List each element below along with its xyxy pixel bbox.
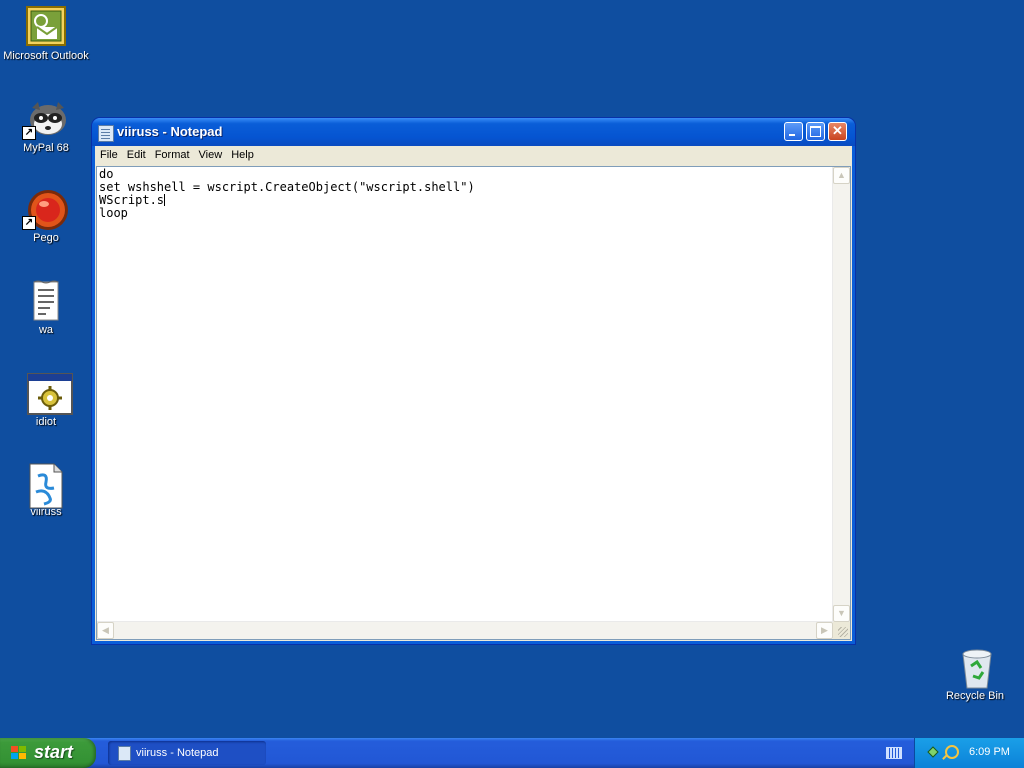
chevron-right-icon: ▶ xyxy=(821,625,828,635)
minimize-button[interactable] xyxy=(784,122,803,141)
menu-bar: File Edit Format View Help xyxy=(95,146,852,165)
menu-help[interactable]: Help xyxy=(226,146,258,161)
text-document-icon xyxy=(26,280,66,321)
chevron-up-icon: ▲ xyxy=(837,170,846,180)
desktop-icon-viiruss[interactable]: viiruss xyxy=(0,462,92,519)
menu-file[interactable]: File xyxy=(95,146,122,161)
window-client: File Edit Format View Help do set wshshell = … xyxy=(95,146,852,641)
script-file-icon xyxy=(26,462,66,509)
clock[interactable]: 6:09 PM xyxy=(969,746,1010,758)
horizontal-scrollbar[interactable]: ◀ ▶ xyxy=(97,621,833,639)
desktop-icon-label: MyPal 68 xyxy=(23,142,69,154)
text-line-with-caret: WScript.s xyxy=(99,194,832,207)
start-button[interactable]: start xyxy=(0,738,96,768)
maximize-icon xyxy=(810,126,821,137)
notepad-icon xyxy=(98,125,114,142)
taskbar-item-notepad[interactable]: viiruss - Notepad xyxy=(108,741,266,765)
taskbar: start viiruss - Notepad 6:09 PM xyxy=(0,738,1024,768)
text-line: loop xyxy=(99,206,128,220)
application-gear-icon xyxy=(26,372,73,415)
desktop-icon-label: idiot xyxy=(35,416,57,428)
close-icon: ✕ xyxy=(832,123,843,138)
window-title: viiruss - Notepad xyxy=(117,124,223,139)
search-icon[interactable] xyxy=(945,745,959,759)
recycle-bin-icon xyxy=(955,646,995,689)
window-titlebar[interactable]: viiruss - Notepad ✕ xyxy=(92,118,855,146)
taskbar-item-label: viiruss - Notepad xyxy=(136,747,219,759)
start-label: start xyxy=(34,742,74,762)
desktop-icon-wa[interactable]: wa xyxy=(0,280,92,337)
minimize-icon xyxy=(789,134,795,136)
vertical-scrollbar[interactable]: ▲ ▼ xyxy=(832,167,850,622)
shortcut-arrow-icon: ↗ xyxy=(22,126,36,140)
desktop-icon-idiot[interactable]: idiot xyxy=(0,372,92,429)
desktop-icon-label: Microsoft Outlook xyxy=(3,50,89,62)
desktop-icon-mypal[interactable]: ↗ MyPal 68 xyxy=(0,98,92,155)
desktop-icon-recycle-bin[interactable]: Recycle Bin xyxy=(929,646,1021,703)
system-tray: 6:09 PM xyxy=(914,738,1024,768)
desktop-icon-label: Recycle Bin xyxy=(945,690,1005,702)
shortcut-arrow-icon: ↗ xyxy=(22,216,36,230)
keyboard-icon[interactable] xyxy=(886,747,902,759)
scroll-left-button[interactable]: ◀ xyxy=(97,622,114,639)
raccoon-icon: ↗ xyxy=(22,98,66,140)
maximize-button[interactable] xyxy=(806,122,825,141)
scroll-up-button[interactable]: ▲ xyxy=(833,167,850,184)
text-editor[interactable]: do set wshshell = wscript.CreateObject("w… xyxy=(96,166,851,640)
desktop-icon-outlook[interactable]: Microsoft Outlook xyxy=(0,6,92,63)
menu-format[interactable]: Format xyxy=(150,146,194,161)
editor-text[interactable]: do set wshshell = wscript.CreateObject("w… xyxy=(99,168,832,622)
text-caret xyxy=(164,194,166,206)
windows-logo-icon xyxy=(11,746,27,761)
chevron-left-icon: ◀ xyxy=(102,625,109,635)
scroll-right-button[interactable]: ▶ xyxy=(816,622,833,639)
chevron-down-icon: ▼ xyxy=(837,608,846,618)
red-orb-icon: ↗ xyxy=(22,188,68,230)
notepad-window[interactable]: viiruss - Notepad ✕ File Edit Format View He… xyxy=(92,118,855,644)
text-line: set wshshell = wscript.CreateObject("wsc… xyxy=(99,180,475,194)
network-icon[interactable] xyxy=(927,746,939,758)
menu-edit[interactable]: Edit xyxy=(122,146,150,161)
text-line: WScript.s xyxy=(99,193,165,207)
menu-view[interactable]: View xyxy=(194,146,227,161)
close-button[interactable]: ✕ xyxy=(828,122,847,141)
desktop-icon-label: Pego xyxy=(33,232,59,244)
desktop-icon-label: wa xyxy=(38,324,54,336)
resize-grip[interactable] xyxy=(833,622,850,639)
outlook-icon xyxy=(26,6,66,46)
notepad-icon xyxy=(118,746,131,761)
scroll-down-button[interactable]: ▼ xyxy=(833,605,850,622)
desktop-icon-pego[interactable]: ↗ Pego xyxy=(0,188,92,245)
